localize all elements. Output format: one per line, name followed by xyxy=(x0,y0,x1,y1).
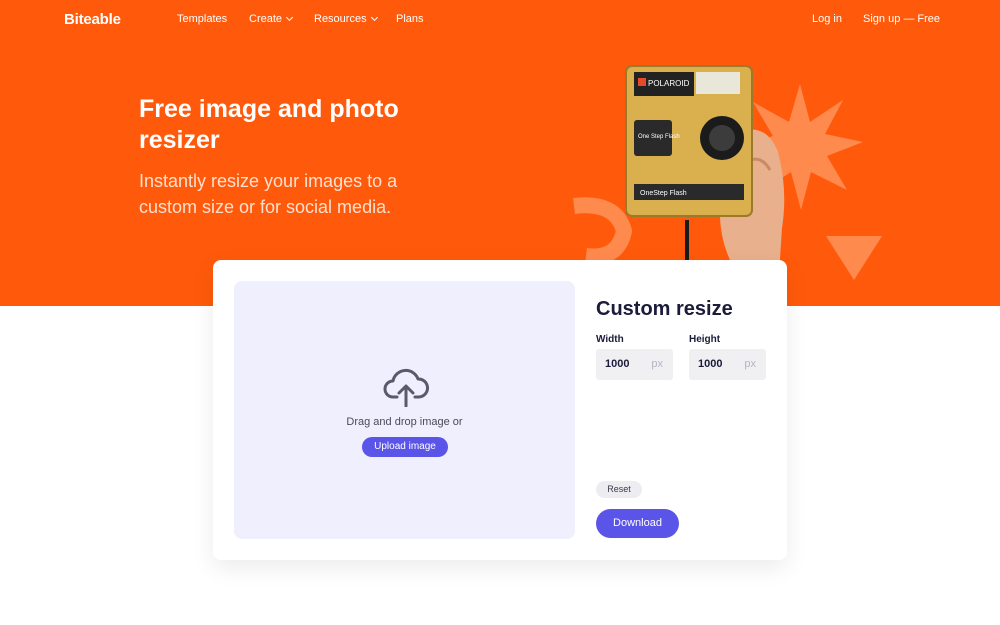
chevron-down-icon xyxy=(370,13,378,22)
resizer-card: Drag and drop image or Upload image Cust… xyxy=(213,260,787,560)
height-label: Height xyxy=(689,334,721,345)
page-title: Free image and photo resizer xyxy=(139,95,399,154)
nav-item-resources[interactable]: Resources xyxy=(314,13,378,25)
reset-button[interactable]: Reset xyxy=(596,481,642,498)
download-button[interactable]: Download xyxy=(596,509,679,538)
image-dropzone[interactable]: Drag and drop image or Upload image xyxy=(234,281,575,539)
nav-item-label: Plans xyxy=(396,13,424,25)
nav-item-label: Resources xyxy=(314,13,367,25)
triangle-decoration xyxy=(826,236,882,280)
width-unit: px xyxy=(651,358,663,370)
nav-item-templates[interactable]: Templates xyxy=(177,13,227,25)
height-unit: px xyxy=(744,358,756,370)
width-value: 1000 xyxy=(605,358,630,370)
top-nav: Biteable Templates Create Resources Plan… xyxy=(0,0,1000,40)
login-link[interactable]: Log in xyxy=(812,13,842,25)
cloud-upload-icon xyxy=(383,368,429,407)
chevron-down-icon xyxy=(285,13,294,22)
page-subtitle: Instantly resize your images to a custom… xyxy=(139,171,398,217)
resize-panel-title: Custom resize xyxy=(596,298,733,320)
upload-image-button[interactable]: Upload image xyxy=(362,437,448,457)
login-label: Log in xyxy=(812,13,842,25)
height-value: 1000 xyxy=(698,358,723,370)
width-input[interactable]: 1000 px xyxy=(596,349,673,380)
nav-item-create[interactable]: Create xyxy=(249,13,294,25)
signup-label: Sign up — Free xyxy=(863,13,941,25)
camera-brand-text: POLAROID xyxy=(648,79,690,88)
width-label: Width xyxy=(596,334,624,345)
logo[interactable]: Biteable xyxy=(64,11,121,28)
nav-item-label: Create xyxy=(249,13,283,25)
nav-item-plans[interactable]: Plans xyxy=(396,13,424,25)
camera-model-bottom-text: OneStep Flash xyxy=(640,190,687,197)
signup-link[interactable]: Sign up — Free xyxy=(863,13,940,25)
camera-model-text: One Step Flash xyxy=(638,134,680,140)
nav-item-label: Templates xyxy=(177,13,228,25)
height-input[interactable]: 1000 px xyxy=(689,349,766,380)
dropzone-prompt: Drag and drop image or xyxy=(346,416,463,428)
